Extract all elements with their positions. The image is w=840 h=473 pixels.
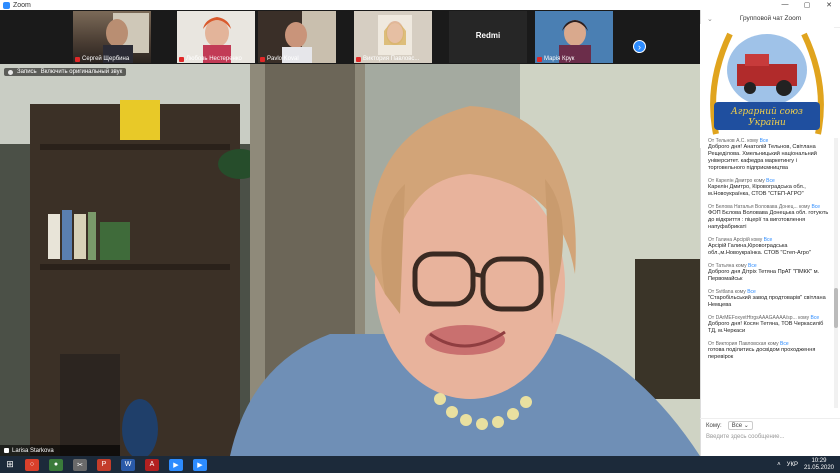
logo-text-line-2: України (748, 118, 786, 128)
chrome-icon[interactable]: ● (49, 458, 63, 471)
participant-name: Redmi (475, 31, 501, 40)
system-tray: ˄ УКР 10:29 21.05.2020 (777, 458, 840, 472)
participant-tile[interactable]: Виктория Павловс... (354, 11, 432, 63)
message-text: Доброго дня Дітріх Тетяна ПрАТ "ПМКК" м.… (708, 269, 820, 282)
participant-tile[interactable]: Любовь Нестеренко (177, 11, 255, 63)
window-controls: — ▢ ✕ (774, 1, 840, 9)
participant-tile[interactable]: Pavlo Koval (258, 11, 336, 63)
maximize-button[interactable]: ▢ (796, 1, 818, 9)
chat-message: От Svitlana кому Все "Старобільський зав… (708, 289, 830, 309)
recipient-label: Кому: (706, 422, 722, 429)
next-page-button[interactable]: › (633, 40, 646, 53)
participant-tile[interactable]: Марія Крук (535, 11, 613, 63)
system-clock[interactable]: 10:29 21.05.2020 (804, 458, 834, 472)
message-text: "Старобільський завод продтоварів" світл… (708, 295, 826, 308)
zoom-taskbar-icon[interactable]: ▶ (169, 458, 183, 471)
participant-name: Виктория Павловс... (356, 56, 419, 62)
mic-icon (4, 448, 9, 453)
chat-message-input[interactable]: Введите здесь сообщение... (700, 432, 840, 456)
message-text: Карелін Дмитро, Кіровоградська обл., м.Н… (708, 184, 806, 197)
tool-icon[interactable]: ✂ (73, 458, 87, 471)
windows-taskbar: ⊞ ○ ● ✂ P W A ▶ ▶ ˄ УКР 10:29 21.05.2020 (0, 456, 840, 473)
acrobat-icon[interactable]: A (145, 458, 159, 471)
participant-tile[interactable]: Redmi (449, 11, 527, 63)
participant-gallery: Сергей Щербина Любовь Нестеренко Pavlo K… (0, 10, 700, 64)
speaker-recording-tag[interactable]: Запись Включить оригинальный звук (4, 68, 127, 76)
participant-name: Любовь Нестеренко (179, 56, 242, 62)
muted-mic-icon (356, 56, 361, 62)
original-sound-toggle[interactable]: Включить оригинальный звук (41, 69, 123, 75)
muted-mic-icon (75, 56, 80, 62)
chevron-down-icon[interactable]: ⌄ (707, 15, 713, 23)
participant-name: Pavlo Koval (260, 56, 299, 62)
zoom-meeting-taskbar-icon[interactable]: ▶ (193, 458, 207, 471)
active-speaker-video: Запись Включить оригинальный звук (0, 64, 700, 456)
chat-message-list: От Тельнов А.С. кому Все Доброго дня! Ан… (700, 138, 834, 408)
browser-icon[interactable]: ○ (25, 458, 39, 471)
zoom-app-icon (3, 1, 10, 9)
chat-message: От Тельнов А.С. кому Все Доброго дня! Ан… (708, 138, 830, 172)
keyboard-language[interactable]: УКР (787, 462, 798, 468)
logo-text-line-1: Аграрний союз (730, 107, 803, 117)
chat-scrollbar[interactable] (834, 138, 838, 408)
muted-mic-icon (179, 56, 184, 62)
windows-start-icon[interactable]: ⊞ (0, 456, 20, 473)
title-bar: Zoom — ▢ ✕ (0, 0, 840, 10)
minimize-button[interactable]: — (774, 1, 796, 9)
message-text: готова поділитись досвідом проходження п… (708, 347, 816, 360)
participant-name: Марія Крук (537, 56, 574, 62)
powerpoint-icon[interactable]: P (97, 458, 111, 471)
chat-message: От Галина Арсірій кому Все Арсірій Галин… (708, 237, 830, 257)
message-text: ФОП Бєлова Воловава Донецька обл. готуют… (708, 210, 829, 230)
chat-recipient-row: Кому: Все ⌄ (700, 418, 840, 432)
chat-message: От Карелін Дмитро кому Все Карелін Дмитр… (708, 178, 830, 198)
record-dot-icon (8, 69, 13, 75)
participant-tile[interactable]: Сергей Щербина (73, 11, 151, 63)
muted-mic-icon (537, 56, 542, 62)
chat-message: От DArMEFoxyetHtrgsAAAGAAAA/sp... кому В… (708, 315, 830, 335)
word-icon[interactable]: W (121, 458, 135, 471)
scrollbar-thumb[interactable] (834, 288, 838, 328)
agrarian-union-logo: Аграрний союз України (700, 24, 834, 148)
speaker-video-frame (0, 64, 700, 456)
window-title: Zoom (13, 1, 31, 9)
participant-name: Сергей Щербина (75, 56, 129, 62)
message-text: Арсірій Галина,Кіровоградська обл.,м.Нов… (708, 243, 812, 256)
chat-title: Групповой чат Zoom (739, 15, 802, 22)
tray-arrow-icon[interactable]: ˄ (777, 462, 781, 468)
recipient-select[interactable]: Все ⌄ (727, 421, 753, 430)
speaker-name-label: Larisa Starkova (0, 445, 120, 456)
message-text: Доброго дня! Анатолій Тельнов, Світлана … (708, 144, 817, 171)
chat-message: От Татьяна кому Все Доброго дня Дітріх Т… (708, 263, 830, 283)
close-button[interactable]: ✕ (818, 1, 840, 9)
recording-label: Запись (17, 69, 37, 75)
muted-mic-icon (260, 56, 265, 62)
message-text: Доброго дня! Косян Тетяна, ТОВ Черкасилі… (708, 321, 824, 334)
chat-message: От Виктория Павловская кому Все готова п… (708, 341, 830, 361)
chat-message: От Белова Наталья Воловава Донец... кому… (708, 204, 830, 231)
